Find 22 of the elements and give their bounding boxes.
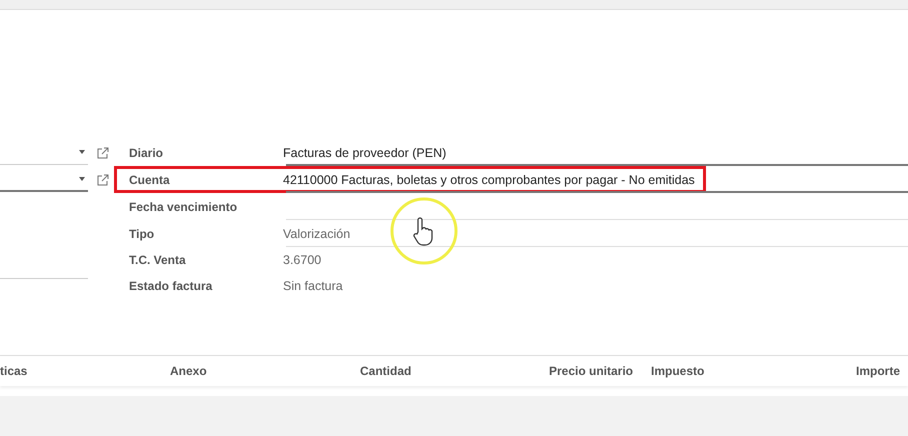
column-header[interactable]: ticas [0, 364, 28, 378]
cursor-highlight-icon [388, 196, 460, 266]
column-header[interactable]: Precio unitario [548, 364, 633, 378]
field-label: Tipo [129, 226, 156, 240]
field-value[interactable]: Facturas de proveedor (PEN) [283, 146, 446, 160]
external-link-icon[interactable] [97, 174, 109, 186]
caret-icon[interactable] [79, 176, 85, 180]
field-value[interactable]: Valorización [283, 226, 350, 240]
field-value: 3.6700 [283, 253, 322, 267]
column-header[interactable]: Impuesto [651, 364, 704, 378]
column-header[interactable]: Cantidad [360, 364, 412, 378]
column-header[interactable]: Importe [856, 364, 900, 378]
field-value[interactable]: 42110000 Facturas, boletas y otros comprobantes por pagar - No emitidas [283, 172, 695, 186]
external-link-icon[interactable] [97, 146, 109, 158]
field-label: Diario [129, 146, 164, 160]
column-header[interactable]: Anexo [170, 364, 207, 378]
field-value: Sin factura [283, 279, 343, 293]
field-label: Estado factura [129, 279, 214, 293]
field-label: T.C. Venta [129, 253, 187, 267]
caret-icon[interactable] [79, 150, 85, 154]
field-label: Cuenta [129, 172, 171, 186]
field-label: Fecha vencimiento [129, 200, 238, 214]
